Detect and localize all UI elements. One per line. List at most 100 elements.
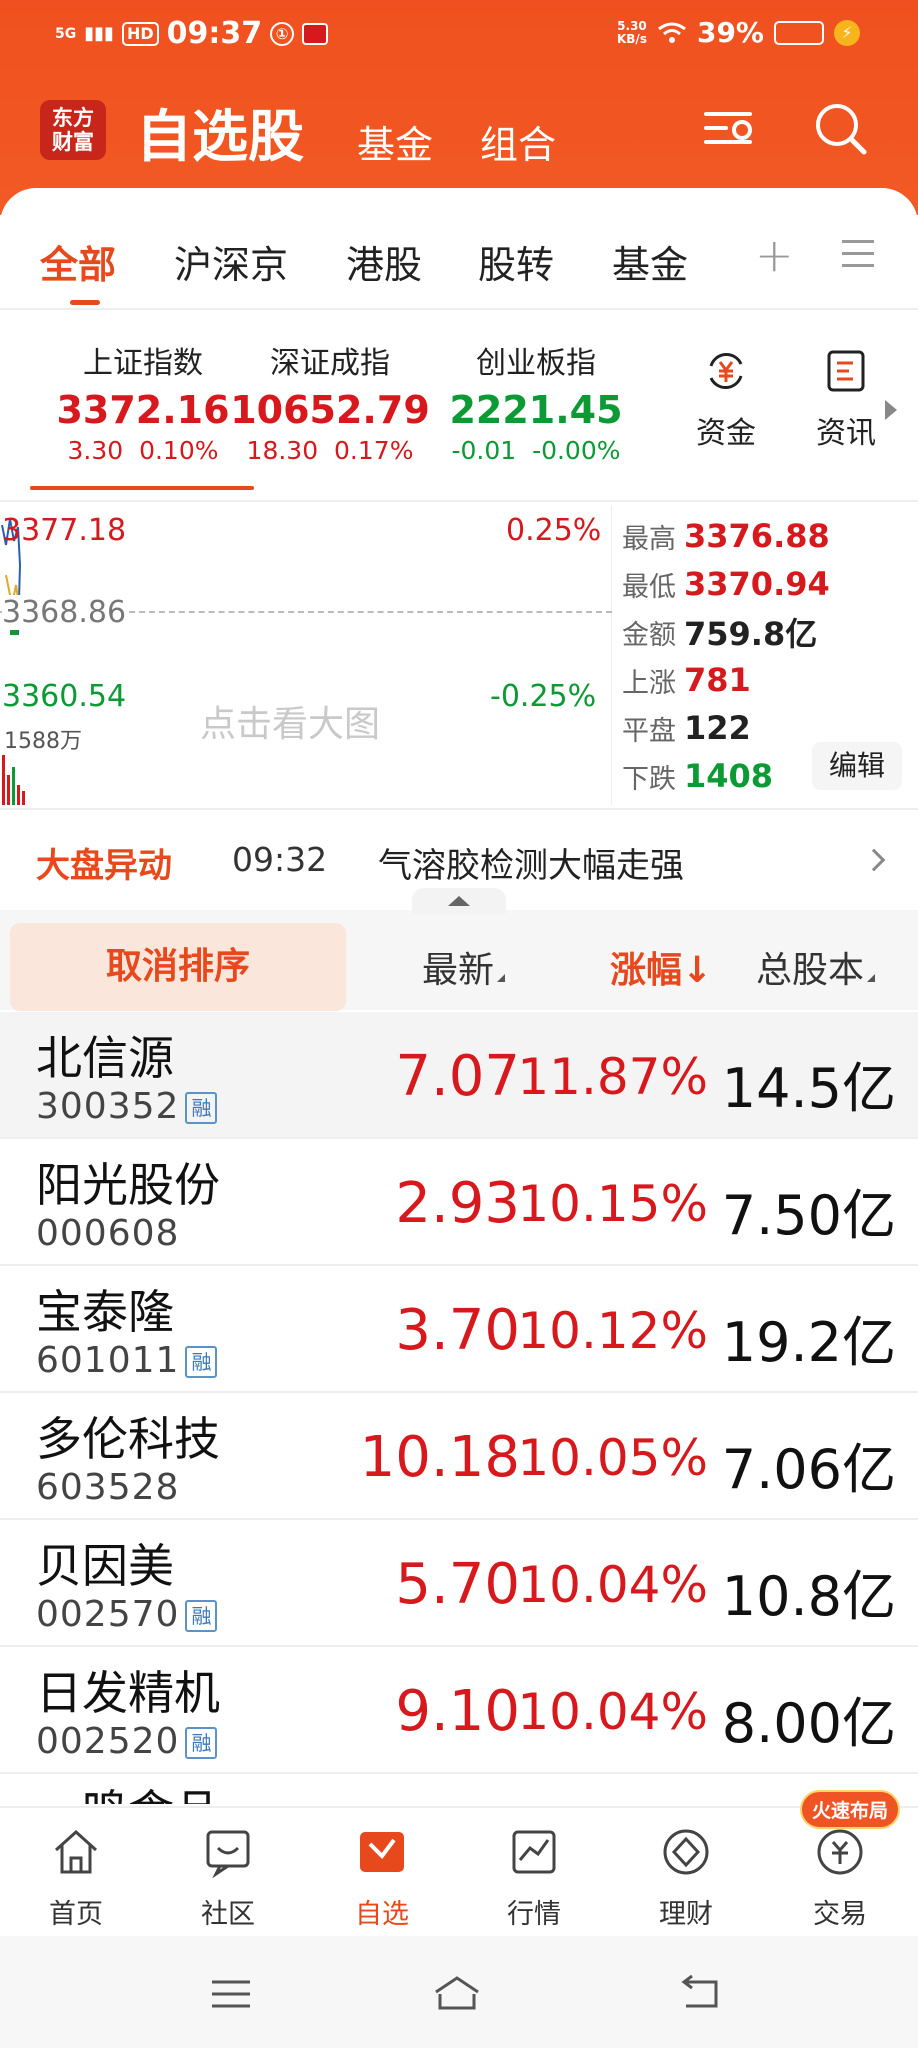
news-button[interactable]: 资讯: [806, 348, 886, 452]
search-icon[interactable]: [810, 98, 870, 158]
total-shares: 8.00亿: [721, 1692, 896, 1755]
mini-index-chart[interactable]: 3377.18 0.25% 3368.86 3360.54 -0.25% 158…: [0, 505, 612, 805]
stat-label: 平盘: [622, 715, 676, 747]
battery-percent: 39%: [696, 16, 764, 49]
alert-time: 09:32: [232, 840, 328, 879]
add-group-button[interactable]: +: [755, 228, 794, 282]
tab-portfolio[interactable]: 组合: [480, 114, 556, 169]
alert-tag: 大盘异动: [36, 846, 172, 886]
stock-code-cell: 002520 融: [36, 1721, 218, 1762]
stat-row: 金额 759.8亿: [622, 608, 918, 656]
index-chinext[interactable]: 创业板指 2221.45 -0.01 -0.00%: [436, 338, 636, 465]
stat-value: 781: [684, 661, 751, 699]
back-icon[interactable]: [676, 1972, 726, 2016]
edit-button[interactable]: 编辑: [812, 742, 902, 790]
signal-icon: ▮▮▮: [84, 23, 114, 44]
chart-high-pct: 0.25%: [506, 513, 602, 548]
stock-row[interactable]: 贝因美 002570 融 5.70 10.04% 10.8亿: [0, 1520, 918, 1647]
nav-wealth[interactable]: 理财: [636, 1826, 736, 1931]
home-button-icon[interactable]: [432, 1972, 482, 2016]
tab-all[interactable]: 全部: [40, 234, 116, 289]
system-navigation-bar: [0, 1936, 918, 2048]
page-title[interactable]: 自选股: [136, 92, 304, 173]
chart-enlarge-hint[interactable]: 点击看大图: [200, 695, 380, 747]
partial-list-item[interactable]: 一鸣食品: [36, 1776, 220, 1804]
battery-icon: [774, 20, 824, 45]
stock-code: 000608: [36, 1213, 180, 1254]
total-shares: 7.50亿: [721, 1184, 896, 1247]
margin-trading-badge: 融: [185, 1346, 218, 1378]
tab-shanghai-shenzhen-beijing[interactable]: 沪深京: [174, 234, 288, 289]
settings-icon[interactable]: [700, 98, 760, 158]
nav-market[interactable]: 行情: [484, 1826, 584, 1931]
tab-hk-stocks[interactable]: 港股: [346, 234, 422, 289]
stock-row[interactable]: 多伦科技 603528 10.18 10.05% 7.06亿: [0, 1393, 918, 1520]
app-header: 东方 财富 自选股 基金 组合: [0, 88, 918, 178]
tab-transfer-stocks[interactable]: 股转: [478, 234, 554, 289]
app-notification-icon: [302, 22, 329, 45]
latest-price: 3.70: [395, 1298, 520, 1363]
status-bar: 5G ▮▮▮ HD 09:37 ① 5.30 KB/s 39% ⚡: [0, 0, 918, 70]
selected-index-indicator: [30, 486, 254, 490]
network-indicator: 5G: [55, 25, 77, 42]
stock-code-cell: 603528: [36, 1467, 179, 1508]
capital-flow-button[interactable]: 资金: [686, 348, 766, 452]
chart-low-label: 3360.54: [2, 679, 127, 714]
sort-indicator-icon: [497, 974, 506, 982]
sort-latest-price[interactable]: 最新: [422, 941, 506, 993]
margin-trading-badge: 融: [185, 1600, 218, 1632]
divider: [0, 308, 918, 310]
margin-trading-badge: 融: [185, 1092, 218, 1124]
active-tab-indicator: [70, 300, 100, 305]
stock-list: 北信源 300352 融 7.07 11.87% 14.5亿 阳光股份 000608 2.93 1…: [0, 1012, 918, 1774]
net-speed: 5.30 KB/s: [616, 18, 647, 46]
home-icon: [54, 1829, 98, 1874]
promo-badge[interactable]: 火速布局: [800, 1790, 901, 1829]
stat-row: 上涨 781: [622, 656, 918, 704]
change-percent: 10.04%: [517, 1683, 708, 1741]
nav-trade[interactable]: 交易: [790, 1826, 890, 1931]
nav-home[interactable]: 首页: [26, 1826, 126, 1931]
market-icon: [512, 1830, 556, 1874]
tab-fund[interactable]: 基金: [357, 114, 433, 169]
stat-label: 上涨: [622, 667, 676, 699]
collapse-handle[interactable]: [412, 888, 506, 914]
latest-price: 10.18: [359, 1425, 520, 1490]
stock-code-cell: 002570 融: [36, 1594, 218, 1635]
stock-row[interactable]: 日发精机 002520 融 9.10 10.04% 8.00亿: [0, 1647, 918, 1774]
margin-trading-badge: 融: [185, 1727, 218, 1759]
stat-value: 3376.88: [684, 517, 830, 555]
stock-row[interactable]: 阳光股份 000608 2.93 10.15% 7.50亿: [0, 1139, 918, 1266]
chart-mid-label: 3368.86: [2, 595, 127, 630]
stock-row[interactable]: 宝泰隆 601011 融 3.70 10.12% 19.2亿: [0, 1266, 918, 1393]
stock-row[interactable]: 北信源 300352 融 7.07 11.87% 14.5亿: [0, 1012, 918, 1139]
recent-apps-icon[interactable]: [206, 1972, 256, 2016]
stat-value: 122: [684, 709, 751, 747]
yuan-cycle-icon: [709, 353, 743, 389]
stock-name: 阳光股份: [36, 1158, 220, 1212]
nav-watchlist[interactable]: 自选: [332, 1826, 432, 1931]
stat-label: 最低: [622, 571, 676, 603]
stock-code-cell: 000608: [36, 1213, 179, 1254]
index-shenzhen[interactable]: 深证成指 10652.79 18.30 0.17%: [230, 338, 430, 465]
scroll-right-icon[interactable]: [885, 400, 897, 420]
sort-total-shares[interactable]: 总股本: [756, 941, 876, 993]
chevron-right-icon: [862, 848, 886, 872]
category-tabs: 全部 沪深京 港股 股转 基金 +: [0, 224, 918, 308]
cancel-sort-button[interactable]: 取消排序: [10, 923, 346, 1011]
trade-icon: [817, 1829, 863, 1875]
menu-icon[interactable]: [842, 240, 874, 270]
total-shares: 10.8亿: [721, 1565, 896, 1628]
stat-label: 最高: [622, 523, 676, 555]
stock-code-cell: 601011 融: [36, 1340, 218, 1381]
index-shanghai[interactable]: 上证指数 3372.16 3.30 0.10%: [28, 338, 258, 465]
document-icon: [827, 350, 865, 392]
app-logo[interactable]: 东方 财富: [40, 100, 106, 160]
charging-icon: ⚡: [834, 19, 860, 46]
stat-value: 3370.94: [684, 565, 830, 603]
nav-community[interactable]: 社区: [178, 1826, 278, 1931]
sort-change-percent[interactable]: 涨幅↓: [610, 941, 712, 993]
tab-funds[interactable]: 基金: [612, 234, 688, 289]
chart-high-label: 3377.18: [2, 513, 127, 548]
list-sort-header: 取消排序 最新 涨幅↓ 总股本: [0, 915, 918, 1011]
